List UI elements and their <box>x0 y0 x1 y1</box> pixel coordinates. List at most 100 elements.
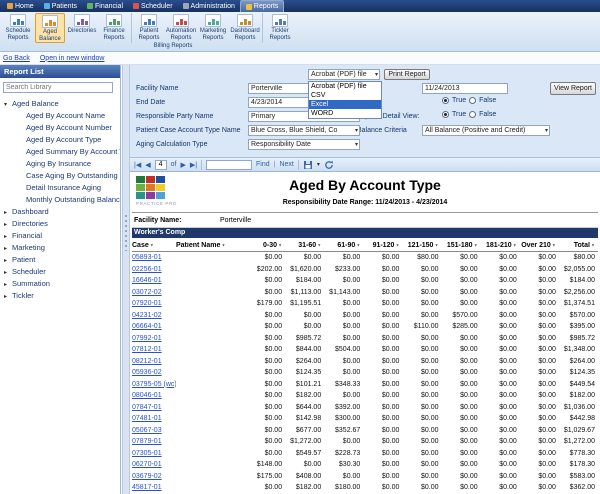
radio-true-icon[interactable] <box>442 111 449 118</box>
column-header-total[interactable]: Total ▼ <box>559 242 598 249</box>
case-link[interactable]: 02256-01 <box>132 266 162 273</box>
open-new-window-link[interactable]: Open in new window <box>40 55 105 62</box>
case-link[interactable]: 06664-01 <box>132 323 162 330</box>
tree-toggle-icon[interactable]: ▸ <box>4 291 12 302</box>
case-link[interactable]: 07812-01 <box>132 346 162 353</box>
panel-splitter[interactable] <box>122 65 130 494</box>
go-back-link[interactable]: Go Back <box>3 55 30 62</box>
case-link[interactable]: 07305-01 <box>132 450 162 457</box>
last-page-button[interactable]: ▶| <box>190 161 197 169</box>
case-link[interactable]: 07481-01 <box>132 415 162 422</box>
case-link[interactable]: 03072-02 <box>132 289 162 296</box>
balance-criteria-select[interactable]: All Balance (Positive and Credit) ▾ <box>422 125 550 136</box>
export-caret-icon[interactable]: ▾ <box>317 161 320 168</box>
case-link[interactable]: 05893-01 <box>132 254 162 261</box>
start-date-input[interactable] <box>422 83 508 94</box>
tab-home[interactable]: Home <box>2 0 39 12</box>
ribbon-button-tickler-reports[interactable]: Tickler Reports <box>265 13 295 43</box>
radio-false-icon[interactable] <box>469 97 476 104</box>
tree-item-monthly-outstanding-balance-a[interactable]: Monthly Outstanding Balance A <box>0 194 120 206</box>
case-link[interactable]: 07992-01 <box>132 335 162 342</box>
tree-item-case-aging-by-outstanding-day[interactable]: Case Aging By Outstanding Day <box>0 170 120 182</box>
tree-item-marketing[interactable]: ▸Marketing <box>0 242 120 254</box>
tree-toggle-icon[interactable]: ▾ <box>4 99 12 110</box>
tab-scheduler[interactable]: Scheduler <box>128 0 178 12</box>
find-link[interactable]: Find <box>256 161 270 168</box>
tree-toggle-icon[interactable]: ▸ <box>4 243 12 254</box>
tree-item-dashboard[interactable]: ▸Dashboard <box>0 206 120 218</box>
case-link[interactable]: 04231-02 <box>132 312 162 319</box>
export-icon[interactable] <box>303 160 313 170</box>
tree-item-aged-by-account-number[interactable]: Aged By Account Number <box>0 122 120 134</box>
column-header-151-180[interactable]: 151-180 ▼ <box>442 242 481 249</box>
case-link[interactable]: 03679-02 <box>132 473 162 480</box>
tree-item-tickler[interactable]: ▸Tickler <box>0 290 120 302</box>
tree-item-scheduler[interactable]: ▸Scheduler <box>0 266 120 278</box>
case-link[interactable]: 05067-03 <box>132 427 162 434</box>
case-link[interactable]: 05936-02 <box>132 369 162 376</box>
radio-true-icon[interactable] <box>442 97 449 104</box>
ribbon-button-automation-reports[interactable]: Automation Reports <box>166 13 196 43</box>
tree-item-financial[interactable]: ▸Financial <box>0 230 120 242</box>
case-link[interactable]: 07920-01 <box>132 300 162 307</box>
radio-false-icon[interactable] <box>469 111 476 118</box>
search-input[interactable] <box>3 82 113 93</box>
column-header-case[interactable]: Case ▼ <box>132 242 176 249</box>
case-link[interactable]: 07879-01 <box>132 438 162 445</box>
export-format-select[interactable]: Acrobat (PDF) file ▾ <box>308 69 380 80</box>
tree-toggle-icon[interactable]: ▸ <box>4 279 12 290</box>
column-header-over-210[interactable]: Over 210 ▼ <box>520 242 559 249</box>
param-select-patient-case-account-type-name[interactable]: Blue Cross, Blue Shield, Co▾ <box>248 125 360 136</box>
ribbon-button-aged-balance[interactable]: Aged Balance <box>35 13 65 43</box>
tree-item-aged-by-account-name[interactable]: Aged By Account Name <box>0 110 120 122</box>
first-page-button[interactable]: |◀ <box>134 161 141 169</box>
next-link[interactable]: Next <box>279 161 293 168</box>
page-number-input[interactable] <box>155 160 167 170</box>
refresh-icon[interactable] <box>324 160 334 170</box>
tab-administration[interactable]: Administration <box>178 0 240 12</box>
tree-item-detail-insurance-aging[interactable]: Detail Insurance Aging <box>0 182 120 194</box>
ribbon-button-marketing-reports[interactable]: Marketing Reports <box>198 13 228 43</box>
tab-reports[interactable]: Reports <box>240 0 285 12</box>
tree-toggle-icon[interactable]: ▸ <box>4 207 12 218</box>
column-header-31-60[interactable]: 31-60 ▼ <box>285 242 324 249</box>
next-page-button[interactable]: ▶ <box>180 161 185 169</box>
print-report-button[interactable]: Print Report <box>384 69 430 80</box>
tree-item-directories[interactable]: ▸Directories <box>0 218 120 230</box>
tree-toggle-icon[interactable]: ▸ <box>4 267 12 278</box>
tree-item-aged-balance[interactable]: ▾Aged Balance <box>0 98 120 110</box>
param-select-aging-calculation-type[interactable]: Responsibility Date▾ <box>248 139 360 150</box>
column-header-patient-name[interactable]: Patient Name ▼ <box>176 242 246 249</box>
case-link[interactable]: 08046-01 <box>132 392 162 399</box>
tree-toggle-icon[interactable]: ▸ <box>4 255 12 266</box>
case-link[interactable]: 16646-01 <box>132 277 162 284</box>
tree-item-patient[interactable]: ▸Patient <box>0 254 120 266</box>
column-header-0-30[interactable]: 0-30 ▼ <box>246 242 285 249</box>
ribbon-button-dashboard-reports[interactable]: Dashboard Reports <box>230 13 260 43</box>
ribbon-button-directories[interactable]: Directories <box>67 13 97 43</box>
case-link[interactable]: 45817-01 <box>132 484 162 491</box>
case-link[interactable]: 08212-01 <box>132 358 162 365</box>
format-option-acrobat-pdf-file[interactable]: Acrobat (PDF) file <box>309 82 381 91</box>
case-link[interactable]: 06270-01 <box>132 461 162 468</box>
tab-patients[interactable]: Patients <box>39 0 82 12</box>
format-option-excel[interactable]: Excel <box>309 100 381 109</box>
ribbon-button-finance-reports[interactable]: Finance Reports <box>99 13 129 43</box>
column-header-91-120[interactable]: 91-120 ▼ <box>363 242 402 249</box>
case-link[interactable]: 03795-05 (wc) <box>132 381 176 388</box>
column-header-61-90[interactable]: 61-90 ▼ <box>324 242 363 249</box>
format-option-csv[interactable]: CSV <box>309 91 381 100</box>
tree-item-aged-summary-by-account-type[interactable]: Aged Summary By Account Type <box>0 146 120 158</box>
tree-item-aging-by-insurance[interactable]: Aging By Insurance <box>0 158 120 170</box>
prev-page-button[interactable]: ◀ <box>145 161 150 169</box>
format-option-word[interactable]: WORD <box>309 109 381 118</box>
ribbon-button-schedule-reports[interactable]: Schedule Reports <box>3 13 33 43</box>
column-header-121-150[interactable]: 121-150 ▼ <box>402 242 441 249</box>
case-link[interactable]: 07847-01 <box>132 404 162 411</box>
tree-item-summation[interactable]: ▸Summation <box>0 278 120 290</box>
tree-toggle-icon[interactable]: ▸ <box>4 219 12 230</box>
tree-toggle-icon[interactable]: ▸ <box>4 231 12 242</box>
ribbon-button-patient-reports[interactable]: Patient Reports <box>134 13 164 43</box>
find-input[interactable] <box>206 160 252 170</box>
view-report-button[interactable]: View Report <box>550 82 596 95</box>
